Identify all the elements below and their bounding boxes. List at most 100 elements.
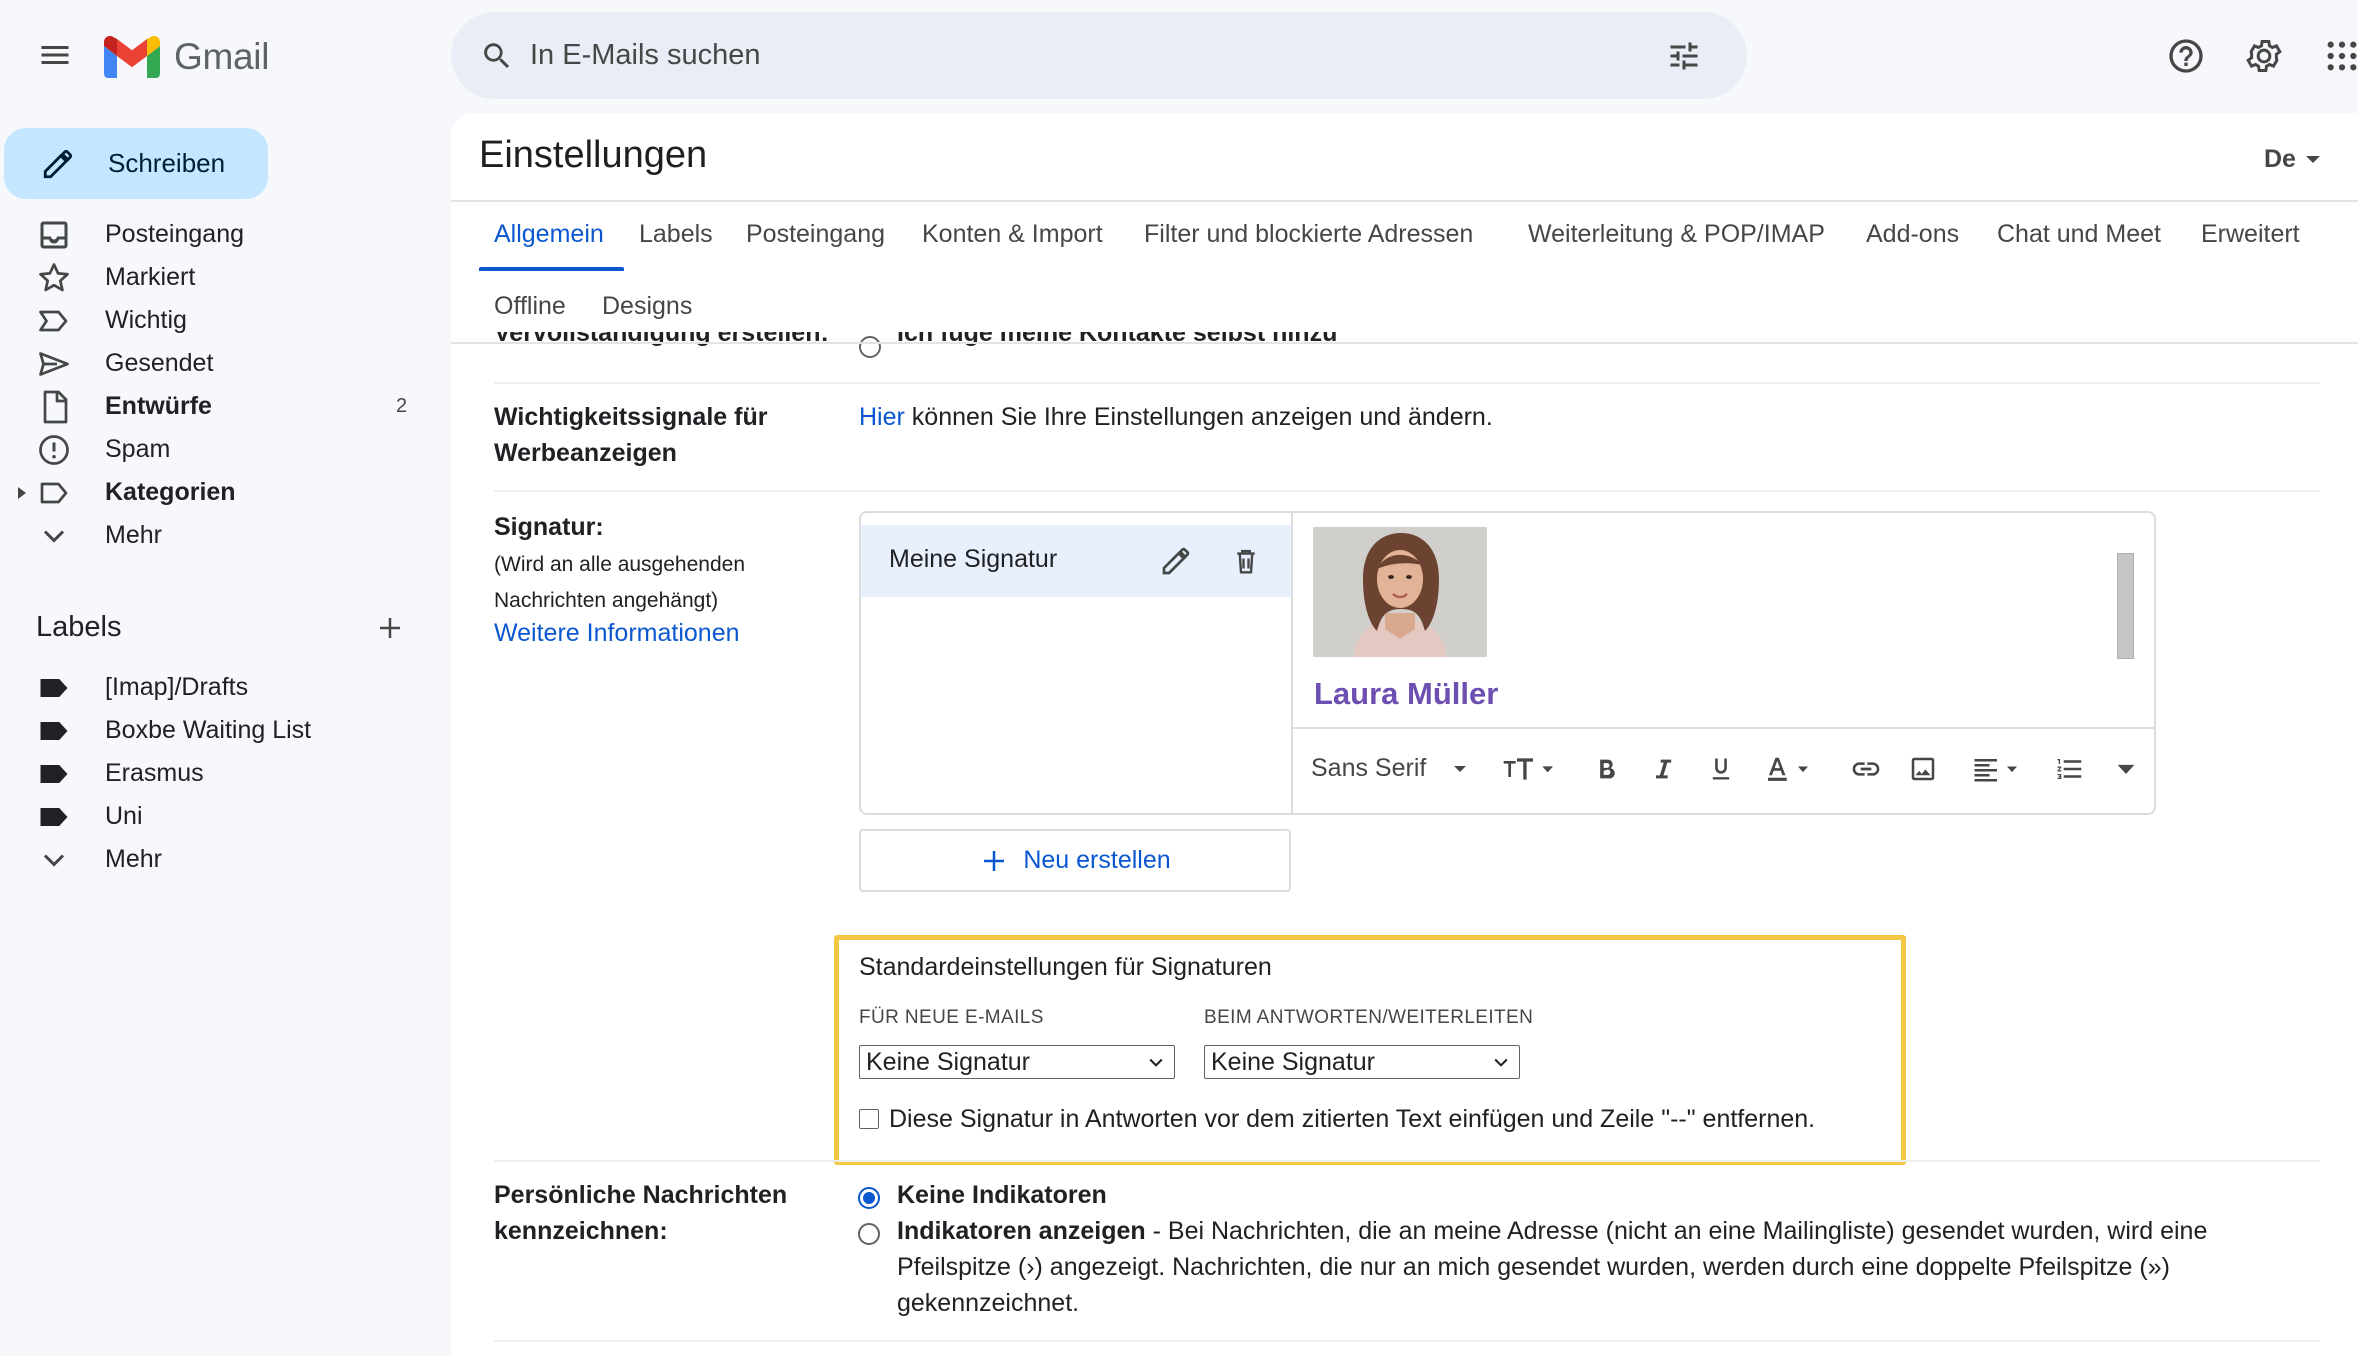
menu-icon <box>41 46 69 64</box>
align-icon <box>1974 759 2017 782</box>
settings-icon <box>2246 40 2282 72</box>
search-options-button[interactable] <box>1661 33 1707 79</box>
divider <box>494 1160 2320 1162</box>
sidebar-label-uni[interactable]: Uni <box>0 795 450 838</box>
sidebar-label-text: Uni <box>105 802 143 830</box>
underline-button[interactable] <box>1701 749 1741 789</box>
sidebar-labels-more[interactable]: Mehr <box>0 838 450 881</box>
align-button[interactable] <box>1967 749 2027 789</box>
compose-button[interactable]: Schreiben <box>4 128 268 199</box>
tab-filters[interactable]: Filter und blockierte Adressen <box>1144 220 1473 249</box>
google-apps-button[interactable] <box>2316 30 2358 82</box>
text-size-icon <box>1503 758 1553 780</box>
sidebar-label-erasmus[interactable]: Erasmus <box>0 752 450 795</box>
help-button[interactable] <box>2160 30 2212 82</box>
compose-label: Schreiben <box>108 148 226 178</box>
search-input[interactable] <box>530 39 1661 72</box>
gmail-m-icon <box>104 36 160 78</box>
reply-forward-signature-select[interactable]: Keine Signatur <box>1204 1045 1520 1079</box>
text-size-button[interactable] <box>1497 749 1561 789</box>
font-family-dropdown[interactable]: Sans Serif <box>1311 754 1467 783</box>
tab-forwarding-pop-imap[interactable]: Weiterleitung & POP/IMAP <box>1528 220 1825 249</box>
signature-photo <box>1313 527 1487 657</box>
bold-button[interactable] <box>1586 749 1626 789</box>
delete-signature-button[interactable] <box>1226 541 1266 581</box>
divider <box>451 200 2358 202</box>
signature-hint-line1: (Wird an alle ausgehenden <box>494 553 745 576</box>
signature-more-info-link[interactable]: Weitere Informationen <box>494 619 740 648</box>
autocomplete-manual-radio[interactable] <box>859 336 881 358</box>
insert-link-button[interactable] <box>1846 749 1886 789</box>
sidebar-item-spam[interactable]: Spam <box>0 428 450 471</box>
main-menu-button[interactable] <box>30 30 80 80</box>
portrait-image <box>1313 527 1487 657</box>
divider <box>494 1340 2320 1342</box>
sidebar-item-label: Kategorien <box>105 478 236 506</box>
tab-offline[interactable]: Offline <box>494 292 566 321</box>
image-icon <box>1911 757 1935 781</box>
more-formatting-button[interactable] <box>2106 749 2146 789</box>
caret-right-icon[interactable] <box>16 486 28 500</box>
settings-button[interactable] <box>2238 30 2290 82</box>
signature-editor-scrollbar[interactable] <box>2117 553 2134 659</box>
active-tab-indicator <box>479 267 624 271</box>
sidebar-label-boxbe[interactable]: Boxbe Waiting List <box>0 709 450 752</box>
no-indicators-radio[interactable] <box>858 1187 880 1209</box>
sidebar-item-important[interactable]: Wichtig <box>0 299 450 342</box>
tab-inbox[interactable]: Posteingang <box>746 220 885 249</box>
tab-advanced[interactable]: Erweitert <box>2201 220 2300 249</box>
sidebar-item-more[interactable]: Mehr <box>0 514 450 557</box>
tab-labels[interactable]: Labels <box>639 220 713 249</box>
create-signature-button[interactable]: Neu erstellen <box>859 829 1291 892</box>
draft-icon <box>43 390 68 423</box>
italic-button[interactable] <box>1643 749 1683 789</box>
personal-indicators-label: Persönliche Nachrichten kennzeichnen: <box>494 1177 787 1249</box>
sidebar-item-label: Entwürfe <box>105 392 212 420</box>
filter-options-icon <box>1670 42 1698 69</box>
tab-general[interactable]: Allgemein <box>494 220 604 249</box>
tab-chat-meet[interactable]: Chat und Meet <box>1997 220 2161 249</box>
label-icon <box>40 678 68 697</box>
autocomplete-setting-row: Vervollständigung erstellen: Ich füge me… <box>451 332 2358 360</box>
ad-settings-link[interactable]: Hier <box>859 403 905 431</box>
edit-signature-name-button[interactable] <box>1156 541 1196 581</box>
insert-signature-checkbox[interactable] <box>859 1109 879 1129</box>
search-bar[interactable] <box>451 12 1747 99</box>
inbox-icon <box>40 221 68 248</box>
label-icon <box>40 807 68 826</box>
create-label-button[interactable] <box>370 608 410 648</box>
sidebar-item-sent[interactable]: Gesendet <box>0 342 450 385</box>
sidebar-item-drafts[interactable]: Entwürfe 2 <box>0 385 450 428</box>
sidebar-item-starred[interactable]: Markiert <box>0 256 450 299</box>
important-icon <box>39 310 68 331</box>
tab-themes[interactable]: Designs <box>602 292 692 321</box>
signature-hint: (Wird an alle ausgehenden Nachrichten an… <box>494 547 745 619</box>
numbered-list-button[interactable] <box>2050 749 2090 789</box>
new-mails-label: FÜR NEUE E-MAILS <box>859 1007 1044 1028</box>
sidebar-item-label: Mehr <box>105 845 162 873</box>
text-color-button[interactable] <box>1760 749 1816 789</box>
gmail-logo[interactable]: Gmail <box>104 34 269 80</box>
input-language-selector[interactable]: De <box>2264 145 2320 174</box>
signature-defaults-title: Standardeinstellungen für Signaturen <box>859 953 1272 981</box>
new-mails-signature-select[interactable]: Keine Signatur <box>859 1045 1175 1079</box>
help-icon <box>2169 39 2203 73</box>
sidebar-item-label: Markiert <box>105 263 196 291</box>
sidebar-item-categories[interactable]: Kategorien <box>0 471 450 514</box>
search-button[interactable] <box>474 33 520 79</box>
tab-addons[interactable]: Add-ons <box>1866 220 1959 249</box>
sidebar-item-label: Gesendet <box>105 349 214 377</box>
sidebar-item-inbox[interactable]: Posteingang <box>0 213 450 256</box>
divider <box>494 382 2320 384</box>
tab-accounts-import[interactable]: Konten & Import <box>922 220 1103 249</box>
insert-image-button[interactable] <box>1903 749 1943 789</box>
plus-icon <box>380 618 400 638</box>
dropdown-arrow-icon <box>2305 156 2320 163</box>
trash-icon <box>1237 549 1255 574</box>
sidebar-label-imap-drafts[interactable]: [Imap]/Drafts <box>0 666 450 709</box>
show-indicators-radio[interactable] <box>858 1223 880 1245</box>
chevron-down-icon <box>1149 1058 1163 1067</box>
sidebar-item-label: Spam <box>105 435 171 463</box>
signature-label: Signatur: <box>494 513 604 541</box>
app-name: Gmail <box>174 36 270 77</box>
